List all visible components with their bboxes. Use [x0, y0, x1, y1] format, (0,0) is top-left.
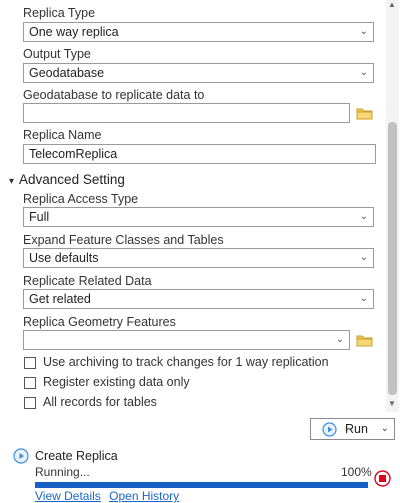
tool-parameters-panel: Replica Type One way replica ⌄ Output Ty…	[0, 0, 386, 412]
chevron-down-icon: ▾	[9, 176, 15, 187]
related-data-select[interactable]: Get related ⌄	[23, 289, 374, 309]
chevron-down-icon: ⌄	[335, 334, 344, 345]
view-details-link[interactable]: View Details	[35, 489, 101, 503]
advanced-setting-title: Advanced Setting	[19, 172, 125, 187]
progress-bar-fill	[35, 482, 368, 488]
replica-name-input[interactable]: TelecomReplica	[23, 144, 376, 164]
archiving-checkbox[interactable]	[24, 357, 36, 369]
output-type-select[interactable]: Geodatabase ⌄	[23, 63, 374, 83]
progress-bar	[35, 482, 368, 488]
run-button[interactable]: Run ⌄	[310, 418, 395, 440]
replica-type-label: Replica Type	[23, 6, 96, 20]
stop-icon[interactable]	[374, 470, 391, 487]
register-existing-checkbox-label: Register existing data only	[43, 375, 190, 389]
replica-name-label: Replica Name	[23, 128, 102, 142]
folder-icon[interactable]	[356, 334, 373, 347]
replica-type-select[interactable]: One way replica ⌄	[23, 22, 374, 42]
related-data-value: Get related	[29, 292, 91, 306]
all-records-checkbox[interactable]	[24, 397, 36, 409]
access-type-select[interactable]: Full ⌄	[23, 207, 374, 227]
archiving-checkbox-label: Use archiving to track changes for 1 way…	[43, 355, 329, 369]
chevron-down-icon: ⌄	[359, 293, 368, 304]
scrollbar-thumb[interactable]	[388, 122, 397, 395]
chevron-down-icon: ⌄	[359, 26, 368, 37]
replica-type-value: One way replica	[29, 25, 119, 39]
advanced-setting-header[interactable]: ▾ Advanced Setting	[9, 172, 125, 187]
related-data-label: Replicate Related Data	[23, 274, 152, 288]
history-title: Create Replica	[35, 449, 118, 463]
geodatabase-input[interactable]	[23, 103, 350, 123]
chevron-down-icon: ⌄	[380, 423, 389, 434]
geodatabase-label: Geodatabase to replicate data to	[23, 88, 205, 102]
history-status: Running...	[35, 465, 90, 479]
history-links: View Details Open History	[35, 489, 179, 503]
scroll-up-icon[interactable]: ▲	[388, 0, 396, 9]
register-existing-checkbox[interactable]	[24, 377, 36, 389]
play-icon	[13, 448, 29, 464]
play-icon	[322, 422, 337, 437]
expand-value: Use defaults	[29, 251, 99, 265]
all-records-checkbox-label: All records for tables	[43, 395, 157, 409]
chevron-down-icon: ⌄	[359, 211, 368, 222]
chevron-down-icon: ⌄	[359, 67, 368, 78]
history-percent: 100%	[341, 465, 372, 479]
expand-label: Expand Feature Classes and Tables	[23, 233, 224, 247]
replica-name-value: TelecomReplica	[29, 147, 118, 161]
chevron-down-icon: ⌄	[359, 252, 368, 263]
scroll-down-icon[interactable]: ▼	[388, 399, 396, 408]
folder-icon[interactable]	[356, 107, 373, 120]
expand-select[interactable]: Use defaults ⌄	[23, 248, 374, 268]
output-type-label: Output Type	[23, 47, 91, 61]
open-history-link[interactable]: Open History	[109, 489, 179, 503]
run-button-label: Run	[345, 422, 368, 436]
access-type-value: Full	[29, 210, 50, 224]
geometry-features-label: Replica Geometry Features	[23, 315, 176, 329]
access-type-label: Replica Access Type	[23, 192, 139, 206]
geometry-features-select[interactable]: ⌄	[23, 330, 350, 350]
output-type-value: Geodatabase	[29, 66, 105, 80]
